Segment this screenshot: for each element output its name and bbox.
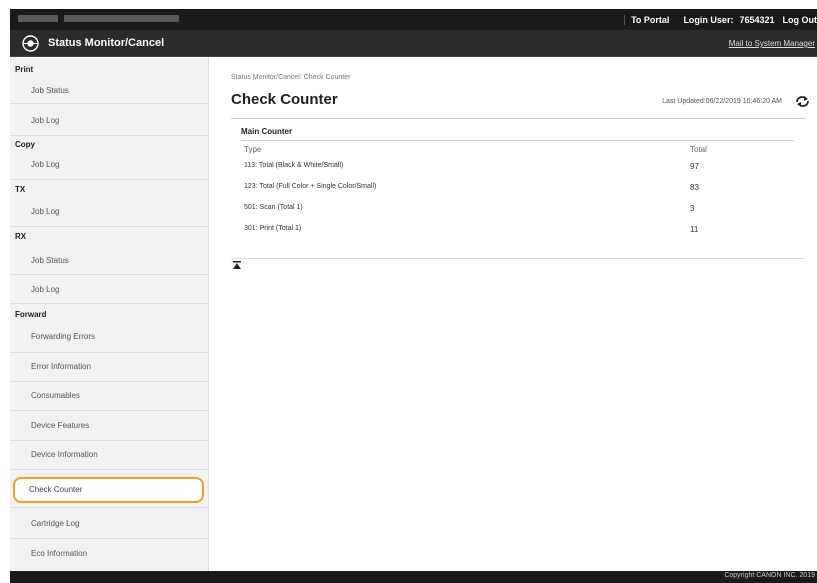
table-row: 501: Scan (Total 1) 3 bbox=[231, 201, 805, 219]
main-content: Status Monitor/Cancel: Check Counter Che… bbox=[209, 57, 817, 571]
divider bbox=[10, 274, 208, 275]
sidebar-item-consumables[interactable]: Consumables bbox=[31, 391, 80, 400]
title-bar: Status Monitor/Cancel Mail to System Man… bbox=[10, 30, 817, 57]
sidebar-item-cartridge-log[interactable]: Cartridge Log bbox=[31, 519, 79, 528]
counter-total: 11 bbox=[690, 225, 699, 234]
sidebar-heading-tx: TX bbox=[15, 185, 26, 194]
divider bbox=[10, 507, 208, 508]
divider bbox=[10, 226, 208, 227]
divider bbox=[10, 410, 208, 411]
top-bar-links: To Portal Login User: 7654321 Log Out bbox=[624, 9, 817, 30]
canon-logo-icon bbox=[22, 35, 39, 52]
sidebar-item-forwarding-errors[interactable]: Forwarding Errors bbox=[31, 332, 95, 341]
footer: Copyright CANON INC. 2019 bbox=[10, 571, 817, 583]
column-header-total: Total bbox=[690, 145, 707, 154]
url-segment-blurred bbox=[18, 15, 58, 23]
sidebar: Print Job Status Job Log Copy Job Log TX… bbox=[10, 57, 209, 571]
title-divider bbox=[231, 118, 805, 119]
column-header-type: Type bbox=[244, 145, 262, 154]
divider bbox=[10, 303, 208, 304]
refresh-icon[interactable] bbox=[795, 95, 810, 108]
login-user-label: Login User: bbox=[683, 14, 734, 25]
main-counter-heading: Main Counter bbox=[241, 127, 293, 136]
login-user-id: 7654321 bbox=[739, 14, 775, 25]
logout-link[interactable]: Log Out bbox=[783, 15, 817, 25]
last-updated-text: Last Updated:06/22/2019 10:46:20 AM bbox=[662, 98, 782, 105]
counter-type: 113: Total (Black & White/Small) bbox=[244, 162, 344, 169]
sidebar-item-rx-job-log[interactable]: Job Log bbox=[31, 285, 59, 294]
divider bbox=[10, 381, 208, 382]
sidebar-item-device-information[interactable]: Device Information bbox=[31, 450, 98, 459]
breadcrumb: Status Monitor/Cancel: Check Counter bbox=[231, 74, 351, 81]
sidebar-item-copy-job-log[interactable]: Job Log bbox=[31, 160, 59, 169]
counter-total: 97 bbox=[690, 162, 699, 171]
table-row: 123: Total (Full Color + Single Color/Sm… bbox=[231, 180, 805, 198]
divider bbox=[10, 179, 208, 180]
sidebar-item-tx-job-log[interactable]: Job Log bbox=[31, 207, 59, 216]
counter-type: 123: Total (Full Color + Single Color/Sm… bbox=[244, 183, 377, 190]
divider bbox=[231, 258, 805, 259]
app-title: Status Monitor/Cancel bbox=[48, 37, 165, 49]
sidebar-item-device-features[interactable]: Device Features bbox=[31, 421, 89, 430]
divider bbox=[241, 140, 794, 141]
top-bar: To Portal Login User: 7654321 Log Out bbox=[10, 9, 817, 30]
divider bbox=[10, 469, 208, 470]
counter-type: 301: Print (Total 1) bbox=[244, 225, 302, 232]
divider bbox=[10, 440, 208, 441]
copyright-text: Copyright CANON INC. 2019 bbox=[724, 572, 815, 579]
page-top-icon[interactable] bbox=[232, 261, 242, 270]
counter-total: 3 bbox=[690, 204, 695, 213]
mail-to-system-manager-link[interactable]: Mail to System Manager bbox=[729, 39, 815, 48]
sidebar-heading-copy: Copy bbox=[15, 140, 35, 149]
table-row: 301: Print (Total 1) 11 bbox=[231, 222, 805, 240]
to-portal-link[interactable]: To Portal bbox=[624, 14, 669, 25]
sidebar-heading-print: Print bbox=[15, 65, 34, 74]
sidebar-heading-rx: RX bbox=[15, 232, 27, 241]
divider bbox=[10, 135, 208, 136]
sidebar-item-print-job-status[interactable]: Job Status bbox=[31, 86, 69, 95]
url-segment-blurred bbox=[64, 15, 179, 23]
url-area bbox=[18, 13, 185, 23]
table-row: 113: Total (Black & White/Small) 97 bbox=[231, 159, 805, 177]
page-title: Check Counter bbox=[231, 91, 338, 108]
divider bbox=[10, 352, 208, 353]
sidebar-item-error-information[interactable]: Error Information bbox=[31, 362, 91, 371]
sidebar-heading-forward: Forward bbox=[15, 310, 47, 319]
counter-type: 501: Scan (Total 1) bbox=[244, 204, 303, 211]
sidebar-item-rx-job-status[interactable]: Job Status bbox=[31, 256, 69, 265]
divider bbox=[10, 538, 208, 539]
sidebar-item-print-job-log[interactable]: Job Log bbox=[31, 116, 59, 125]
app-window: To Portal Login User: 7654321 Log Out St… bbox=[10, 9, 817, 583]
sidebar-item-check-counter[interactable]: Check Counter bbox=[29, 485, 82, 494]
divider bbox=[10, 103, 208, 104]
sidebar-item-eco-information[interactable]: Eco Information bbox=[31, 549, 87, 558]
counter-total: 83 bbox=[690, 183, 699, 192]
